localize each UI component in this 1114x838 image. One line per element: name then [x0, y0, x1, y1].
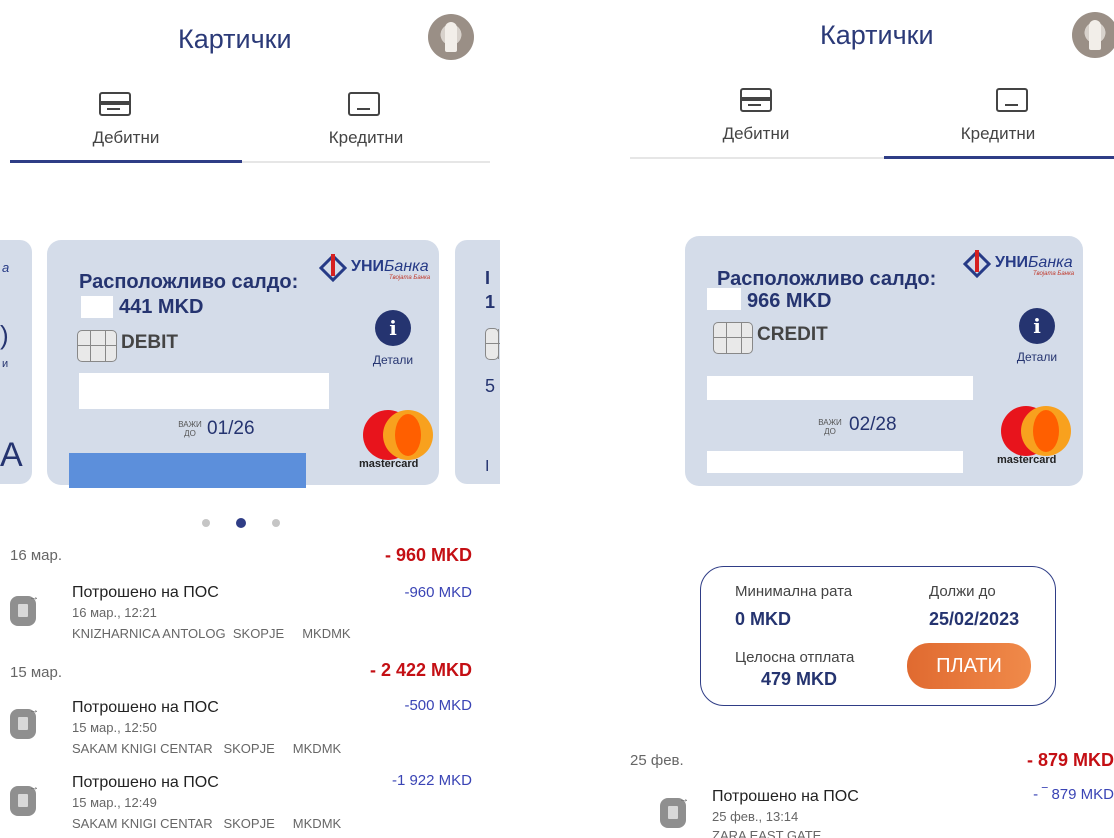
bank-logo: УНИБанка Твојата Банка: [963, 250, 1074, 278]
card-type: DEBIT: [121, 332, 178, 353]
pos-transaction-icon: [10, 592, 39, 626]
pos-transaction-icon: [660, 794, 689, 828]
avatar[interactable]: [1072, 12, 1114, 58]
page-title: Картички: [178, 24, 292, 54]
bank-logo-icon: [963, 250, 991, 278]
credit-cards-screen: Картички Дебитни Кредитни УНИБанка Твоја…: [630, 0, 1114, 838]
transaction-row[interactable]: Потрошено на ПОС 15 мар., 12:50 SAKAM KN…: [10, 695, 480, 761]
card-type: CREDIT: [757, 324, 828, 345]
debit-card-icon: [99, 92, 131, 116]
info-icon[interactable]: i: [375, 310, 411, 346]
masked-card-number: [707, 376, 973, 400]
valid-thru-label: ВАЖИ ДО: [818, 418, 842, 436]
debit-cards-screen: Картички Дебитни Кредитни а ) и A УНИБан…: [0, 0, 500, 838]
credit-card-icon: [348, 92, 380, 116]
pos-transaction-icon: [10, 705, 39, 739]
tab-credit-label: Кредитни: [328, 128, 404, 147]
details-link[interactable]: Детали: [365, 353, 421, 367]
valid-thru-label: ВАЖИ ДО: [178, 420, 202, 438]
masked-balance: [81, 296, 113, 318]
due-date-label: Должи до: [929, 583, 996, 600]
pager-dot[interactable]: [202, 519, 210, 527]
transaction-date: 25 фев.: [630, 752, 684, 769]
info-icon[interactable]: i: [1019, 308, 1055, 344]
tab-credit[interactable]: Кредитни: [242, 90, 490, 162]
credit-card[interactable]: УНИБанка Твојата Банка Расположливо салд…: [685, 236, 1083, 486]
bank-logo-icon: [319, 254, 347, 282]
due-date-value: 25/02/2023: [929, 609, 1020, 629]
payment-summary: Минимална рата 0 MKD Должи до 25/02/2023…: [700, 566, 1056, 706]
min-rate-value: 0 MKD: [735, 609, 792, 629]
credit-card-icon: [996, 88, 1028, 112]
pos-transaction-icon: [10, 782, 39, 816]
transaction-row[interactable]: Потрошено на ПОС 25 фев., 13:14 ZARA EAS…: [630, 784, 1114, 838]
transaction-row[interactable]: Потрошено на ПОС 15 мар., 12:49 SAKAM KN…: [10, 770, 480, 836]
available-balance-label: Расположливо салдо:: [79, 271, 299, 293]
available-balance-amount: 966 MKD: [747, 290, 832, 312]
day-total: - 960 MKD: [384, 545, 472, 565]
debit-card-icon: [740, 88, 772, 112]
debit-card[interactable]: УНИБанка Твојата Банка Расположливо салд…: [47, 240, 439, 485]
tab-debit-label: Дебитни: [722, 124, 790, 143]
expiry-date: 02/28: [849, 414, 897, 435]
transaction-date: 15 мар.: [10, 664, 63, 681]
masked-card-number: [79, 373, 329, 409]
card-name-bar: [69, 453, 306, 488]
details-link[interactable]: Детали: [1009, 350, 1065, 364]
expiry-date: 01/26: [207, 418, 255, 439]
day-total: - 879 MKD: [1026, 750, 1114, 770]
transaction-date: 16 мар.: [10, 547, 63, 564]
day-total: - 2 422 MKD: [369, 660, 472, 680]
active-tab-indicator: [10, 160, 242, 163]
mastercard-logo: mastercard: [995, 406, 1075, 468]
tab-debit-label: Дебитни: [92, 128, 160, 147]
masked-card-name: [707, 451, 963, 473]
min-rate-label: Минимална рата: [735, 583, 853, 600]
transaction-row[interactable]: Потрошено на ПОС 16 мар., 12:21 KNIZHARN…: [10, 580, 480, 646]
bank-logo: УНИБанка Твојата Банка: [319, 254, 430, 282]
chip-icon: [713, 322, 753, 354]
tab-debit[interactable]: Дебитни: [10, 90, 242, 162]
full-repayment-value: 479 MKD: [761, 669, 838, 689]
tab-credit[interactable]: Кредитни: [882, 86, 1114, 158]
pager-dot-active[interactable]: [236, 518, 246, 528]
masked-balance: [707, 288, 741, 310]
page-title: Картички: [820, 20, 934, 50]
active-tab-indicator: [884, 156, 1114, 159]
mastercard-logo: mastercard: [357, 410, 437, 472]
full-repayment-label: Целосна отплата: [735, 649, 855, 666]
available-balance-amount: 441 MKD: [119, 296, 204, 318]
avatar[interactable]: [428, 14, 474, 60]
next-card[interactable]: I 1 5 I: [455, 240, 500, 484]
available-balance-label: Расположливо салдо:: [717, 268, 937, 290]
pager-dot[interactable]: [272, 519, 280, 527]
tab-debit[interactable]: Дебитни: [630, 86, 882, 158]
previous-card[interactable]: а ) и A: [0, 240, 32, 484]
chip-icon: [77, 330, 117, 362]
tab-credit-label: Кредитни: [960, 124, 1036, 143]
pay-button[interactable]: ПЛАТИ: [907, 643, 1031, 689]
